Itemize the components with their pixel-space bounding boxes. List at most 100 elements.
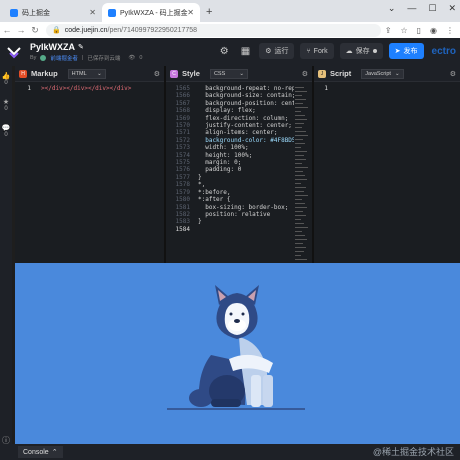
markup-lang-select[interactable]: HTML ⌄ (67, 68, 106, 79)
line-number: 1571 (175, 129, 190, 137)
author-prefix: By (30, 55, 37, 61)
layout-grid-icon[interactable]: ▦ (238, 43, 253, 59)
save-label: 保存 (355, 48, 370, 55)
line-number: 1 (324, 85, 328, 92)
edit-pencil-icon[interactable]: ✎ (78, 43, 84, 51)
fork-button[interactable]: ⑂ Fork (300, 43, 334, 59)
view-count: 0 (139, 55, 143, 61)
style-pane: C Style CSS ⌄ ⚙ 1565 1566 1567 1568 1569 1570 1… (166, 66, 312, 263)
url-host: code.juejin.cn (64, 26, 108, 34)
preview-frame[interactable] (15, 263, 460, 444)
url-field[interactable]: 🔒 code.juejin.cn/pen/7140997922950217758 (46, 23, 381, 37)
line-number: 1581 (175, 203, 190, 211)
markup-pane-title: Markup (31, 69, 58, 78)
save-status: 已保存到云端 (87, 56, 121, 62)
window-controls: ⌄ — ☐ ✕ (388, 3, 456, 14)
markup-editor[interactable]: 1 ></div></div></div></div> (15, 83, 164, 263)
style-settings-icon[interactable]: ⚙ (302, 70, 308, 78)
husky-dog-illustration (167, 285, 305, 410)
back-icon[interactable]: ← (0, 25, 14, 35)
pen-title[interactable]: PyIkWXZA (30, 42, 75, 52)
markup-lang-value: HTML (71, 70, 87, 77)
avatar (40, 55, 47, 61)
line-number: 1582 (175, 210, 190, 218)
run-button[interactable]: ⚙ 运行 (259, 43, 295, 59)
style-lang-value: CSS (213, 70, 226, 77)
address-bar: ← → ↻ 🔒 code.juejin.cn/pen/7140997922950… (0, 22, 460, 38)
line-number: 1575 (175, 159, 190, 167)
browser-tab-active[interactable]: PyIkWXZA - 码上掘金 ✕ (102, 3, 200, 22)
browser-tab[interactable]: 码上掘金 ✕ (4, 3, 102, 22)
script-pane-title: Script (330, 69, 352, 78)
script-pane: J Script JavaScript ⌄ ⚙ 1 (314, 66, 460, 263)
save-button[interactable]: ☁ 保存 (339, 43, 383, 59)
line-number: 1566 (175, 92, 190, 100)
share-icon[interactable]: ⇪ (385, 26, 392, 35)
eye-icon: 👁 (128, 55, 136, 61)
script-settings-icon[interactable]: ⚙ (450, 70, 456, 78)
script-lang-select[interactable]: JavaScript ⌄ (361, 68, 404, 79)
forward-icon[interactable]: → (14, 25, 28, 35)
brand-text-partial: ectro (431, 45, 456, 57)
line-number: 1574 (175, 151, 190, 159)
line-number: 1572 (175, 136, 190, 144)
publish-button[interactable]: ➤ 发布 (388, 43, 424, 59)
close-window-icon[interactable]: ✕ (448, 3, 456, 14)
lock-icon: 🔒 (52, 27, 61, 34)
profile-icon[interactable]: ◉ (430, 26, 437, 35)
line-number: 1576 (175, 166, 190, 174)
line-number: 1569 (175, 114, 190, 122)
html5-icon: H (19, 69, 27, 78)
settings-gear-icon[interactable]: ⚙ (217, 43, 232, 59)
line-number: 1565 (175, 85, 190, 92)
sidebar-icon[interactable]: ▯ (417, 26, 421, 35)
close-tab-icon[interactable]: ✕ (89, 8, 96, 17)
style-lang-select[interactable]: CSS ⌄ (209, 68, 248, 79)
code-minimap[interactable] (294, 83, 310, 263)
bookmark-star-icon[interactable]: ☆ (400, 26, 407, 35)
run-label: 运行 (274, 48, 289, 55)
console-toggle-button[interactable]: Console ⌃ (18, 446, 63, 458)
juejin-favicon-icon (108, 8, 116, 17)
line-number: 1573 (175, 144, 190, 152)
browser-tab-label: PyIkWXZA - 码上掘金 (120, 9, 188, 17)
status-dot (372, 49, 377, 53)
line-number: 1567 (175, 99, 190, 107)
separator: | (81, 55, 84, 61)
fork-icon: ⑂ (306, 47, 311, 55)
style-pane-title: Style (182, 69, 200, 78)
comment-icon[interactable]: 💬 (2, 124, 11, 132)
markup-settings-icon[interactable]: ⚙ (154, 70, 160, 78)
app-header: PyIkWXZA ✎ By 前端掘金者 | 已保存到云端 👁 0 ⚙ ▦ ⚙ 运… (0, 38, 460, 66)
star-icon[interactable]: ★ (3, 98, 9, 106)
script-editor[interactable]: 1 (314, 83, 460, 263)
author-link[interactable]: 前端掘金者 (50, 54, 78, 62)
new-tab-button[interactable]: + (206, 3, 212, 22)
line-number: 1579 (175, 188, 190, 196)
maximize-icon[interactable]: ☐ (428, 3, 436, 14)
cloud-icon: ☁ (345, 48, 353, 55)
menu-icon[interactable]: ⋮ (446, 26, 454, 35)
line-number: 1580 (175, 196, 190, 204)
markup-code-line: ></div></div></div></div> (41, 85, 132, 92)
style-editor[interactable]: 1565 1566 1567 1568 1569 1570 1571 1572 1573 1574… (166, 83, 312, 263)
javascript-icon: J (318, 69, 326, 78)
line-number: 1578 (175, 181, 190, 189)
line-number: 1568 (175, 107, 190, 115)
script-lang-value: JavaScript (365, 70, 391, 77)
editor-panes: H Markup HTML ⌄ ⚙ 1 ></div></div></div></… (15, 66, 460, 263)
minimize-icon[interactable]: — (407, 3, 416, 14)
fork-label: Fork (313, 47, 328, 55)
tab-search-icon[interactable]: ⌄ (388, 3, 396, 14)
chevron-up-icon: ⌃ (51, 449, 58, 456)
browser-tab-label: 码上掘金 (22, 9, 50, 17)
close-tab-icon[interactable]: ✕ (187, 8, 194, 17)
like-count: 0 (4, 80, 8, 86)
line-number: 1 (27, 85, 31, 92)
css-icon: C (170, 69, 178, 78)
juejin-logo-icon (7, 47, 21, 59)
like-icon[interactable]: 👍 (2, 72, 11, 80)
publish-label: 发布 (403, 48, 418, 55)
reload-icon[interactable]: ↻ (28, 25, 42, 36)
left-rail: 👍 0 ★ 0 💬 0 ⓘ (0, 66, 12, 460)
